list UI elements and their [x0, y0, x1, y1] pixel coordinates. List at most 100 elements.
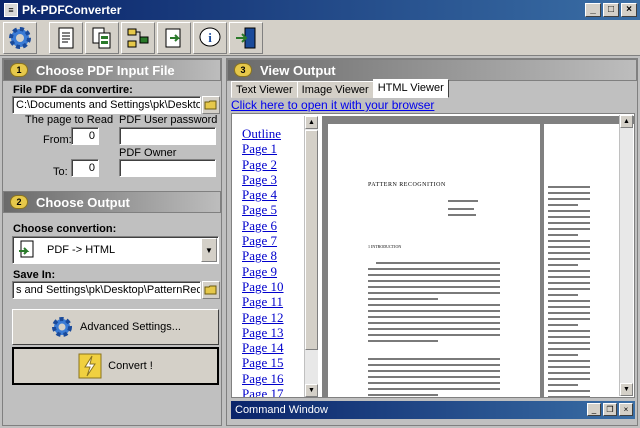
scroll-thumb[interactable] — [305, 130, 318, 350]
user-password-field[interactable] — [119, 127, 216, 145]
maximize-button[interactable]: □ — [603, 3, 619, 17]
page-list-button[interactable] — [85, 21, 119, 54]
scroll-up-icon[interactable]: ▲ — [620, 115, 633, 128]
to-label: To: — [53, 166, 68, 178]
settings-button[interactable] — [3, 21, 37, 54]
text-line — [548, 288, 590, 290]
page-link[interactable]: Page 8 — [242, 248, 304, 263]
scroll-up-icon[interactable]: ▲ — [305, 116, 318, 129]
page-link[interactable]: Page 11 — [242, 294, 304, 309]
text-line — [548, 252, 590, 254]
cmd-restore-button[interactable]: ❐ — [603, 403, 617, 416]
page-link[interactable]: Page 14 — [242, 340, 304, 355]
document-heading: 1 INTRODUCTION — [368, 244, 402, 249]
outline-frame: Outline Page 1 Page 2 Page 3 Page 4 Page 5 Pag… — [234, 116, 304, 397]
document-icon — [58, 27, 74, 48]
page-link[interactable]: Page 13 — [242, 325, 304, 340]
document-page: PATTERN RECOGNITION 1 INTRODUCTION — [328, 124, 540, 397]
page-link[interactable]: Page 2 — [242, 157, 304, 172]
text-line — [368, 358, 500, 360]
text-line — [548, 342, 590, 344]
page-link[interactable]: Page 3 — [242, 172, 304, 187]
export-button[interactable] — [157, 21, 191, 54]
lightning-icon — [78, 353, 102, 379]
text-line — [548, 216, 590, 218]
text-line — [548, 234, 578, 236]
cmd-close-button[interactable]: × — [619, 403, 633, 416]
open-in-browser-link[interactable]: Click here to open it with your browser — [231, 98, 434, 112]
minimize-button[interactable]: _ — [585, 3, 601, 17]
document-scrollbar[interactable]: ▲ ▼ — [619, 115, 633, 396]
text-line — [368, 274, 500, 276]
dropdown-arrow-icon[interactable]: ▼ — [201, 238, 217, 262]
scroll-down-icon[interactable]: ▼ — [305, 384, 318, 397]
page-link[interactable]: Page 15 — [242, 355, 304, 370]
output-panel-title: Choose Output — [36, 194, 130, 210]
text-line — [368, 280, 500, 282]
owner-password-field[interactable] — [119, 159, 216, 177]
text-line — [548, 264, 578, 266]
advanced-settings-button[interactable]: Advanced Settings... — [12, 309, 219, 345]
page-link[interactable]: Page 6 — [242, 218, 304, 233]
page-link[interactable]: Page 4 — [242, 187, 304, 202]
text-line — [548, 366, 590, 368]
text-line — [548, 186, 590, 188]
text-line — [548, 318, 590, 320]
tab-html-viewer[interactable]: HTML Viewer — [372, 79, 449, 98]
close-button[interactable]: × — [621, 3, 637, 17]
page-link[interactable]: Page 12 — [242, 310, 304, 325]
exit-button[interactable] — [229, 21, 263, 54]
page-link[interactable]: Page 1 — [242, 141, 304, 156]
page-tree-button[interactable] — [121, 21, 155, 54]
browse-output-button[interactable] — [202, 281, 220, 299]
text-line — [548, 270, 590, 272]
page-link[interactable]: Page 9 — [242, 264, 304, 279]
page-link[interactable]: Page 7 — [242, 233, 304, 248]
tab-image-viewer[interactable]: Image Viewer — [296, 81, 374, 98]
info-button[interactable]: i — [193, 21, 227, 54]
toolbar: i — [0, 20, 640, 56]
tab-text-viewer[interactable]: Text Viewer — [231, 81, 298, 98]
save-path-field[interactable]: s and Settings\pk\Desktop\PatternRecogni… — [12, 281, 201, 299]
text-line — [368, 340, 438, 342]
svg-text:i: i — [208, 30, 212, 45]
page-link[interactable]: Page 16 — [242, 371, 304, 386]
page-link[interactable]: Page 17 — [242, 386, 304, 397]
step-badge: 1 — [10, 63, 28, 77]
title-bar: ≡ Pk-PDFConverter _ □ × — [0, 0, 640, 20]
scroll-down-icon[interactable]: ▼ — [620, 383, 633, 396]
app-icon: ≡ — [4, 3, 18, 17]
text-line — [548, 396, 590, 397]
file-label: File PDF da convertire: — [13, 84, 133, 96]
text-line — [548, 306, 590, 308]
info-icon: i — [199, 27, 221, 46]
text-line — [368, 268, 500, 270]
input-file-field[interactable]: C:\Documents and Settings\pk\Desktop\Pat… — [12, 96, 201, 114]
page-link[interactable]: Page 5 — [242, 202, 304, 217]
conversion-select[interactable]: PDF -> HTML ▼ — [12, 236, 219, 264]
outline-scrollbar[interactable]: ▲ ▼ — [304, 116, 318, 397]
text-line — [368, 328, 500, 330]
window-title: Pk-PDFConverter — [22, 3, 122, 17]
text-line — [368, 382, 500, 384]
viewer-tabs: Text Viewer Image Viewer HTML Viewer — [231, 79, 449, 99]
exit-icon — [236, 27, 256, 48]
gear-icon — [9, 26, 31, 49]
view-panel-title: View Output — [260, 62, 336, 78]
text-line — [548, 222, 590, 224]
outline-link[interactable]: Outline — [242, 126, 304, 141]
cmd-minimize-button[interactable]: _ — [587, 403, 601, 416]
from-page-field[interactable]: 0 — [71, 127, 99, 145]
page-link[interactable]: Page 10 — [242, 279, 304, 294]
from-label: From: — [43, 134, 72, 146]
to-page-field[interactable]: 0 — [71, 159, 99, 177]
text-line — [548, 312, 590, 314]
command-window-title: Command Window — [235, 404, 328, 416]
command-window-bar[interactable]: Command Window _ ❐ × — [231, 401, 635, 419]
save-in-label: Save In: — [13, 269, 56, 281]
browse-input-button[interactable] — [202, 96, 220, 114]
open-document-button[interactable] — [49, 21, 83, 54]
page-tree-icon — [127, 28, 149, 47]
convert-button[interactable]: Convert ! — [12, 347, 219, 385]
page-range-label: The page to Read — [25, 114, 114, 126]
